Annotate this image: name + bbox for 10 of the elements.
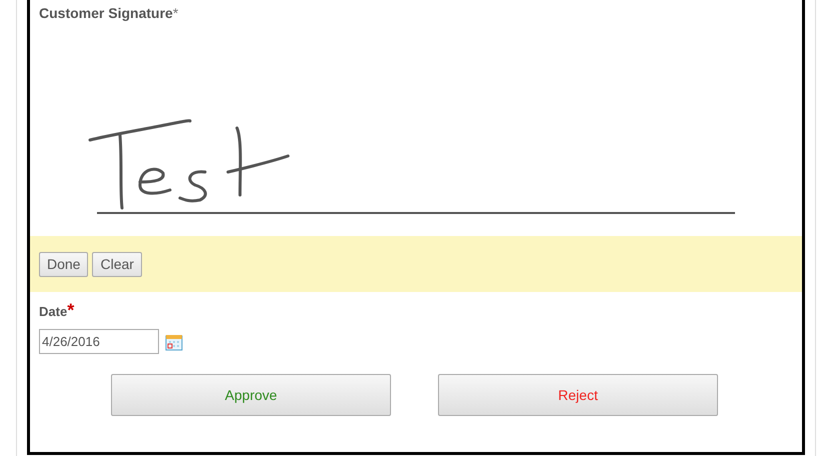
signature-label: Customer Signature: [39, 5, 173, 21]
date-label: Date: [39, 304, 68, 319]
calendar-icon[interactable]: [165, 332, 183, 350]
signature-button[interactable]: Done: [39, 252, 88, 276]
signature-button[interactable]: Clear: [92, 252, 142, 276]
date-field[interactable]: 4/26/2016: [39, 329, 159, 354]
required-mark: *: [67, 300, 74, 320]
reject-button[interactable]: Reject: [438, 374, 718, 416]
required-mark: *: [172, 5, 178, 21]
approve-button[interactable]: Approve: [111, 374, 391, 416]
